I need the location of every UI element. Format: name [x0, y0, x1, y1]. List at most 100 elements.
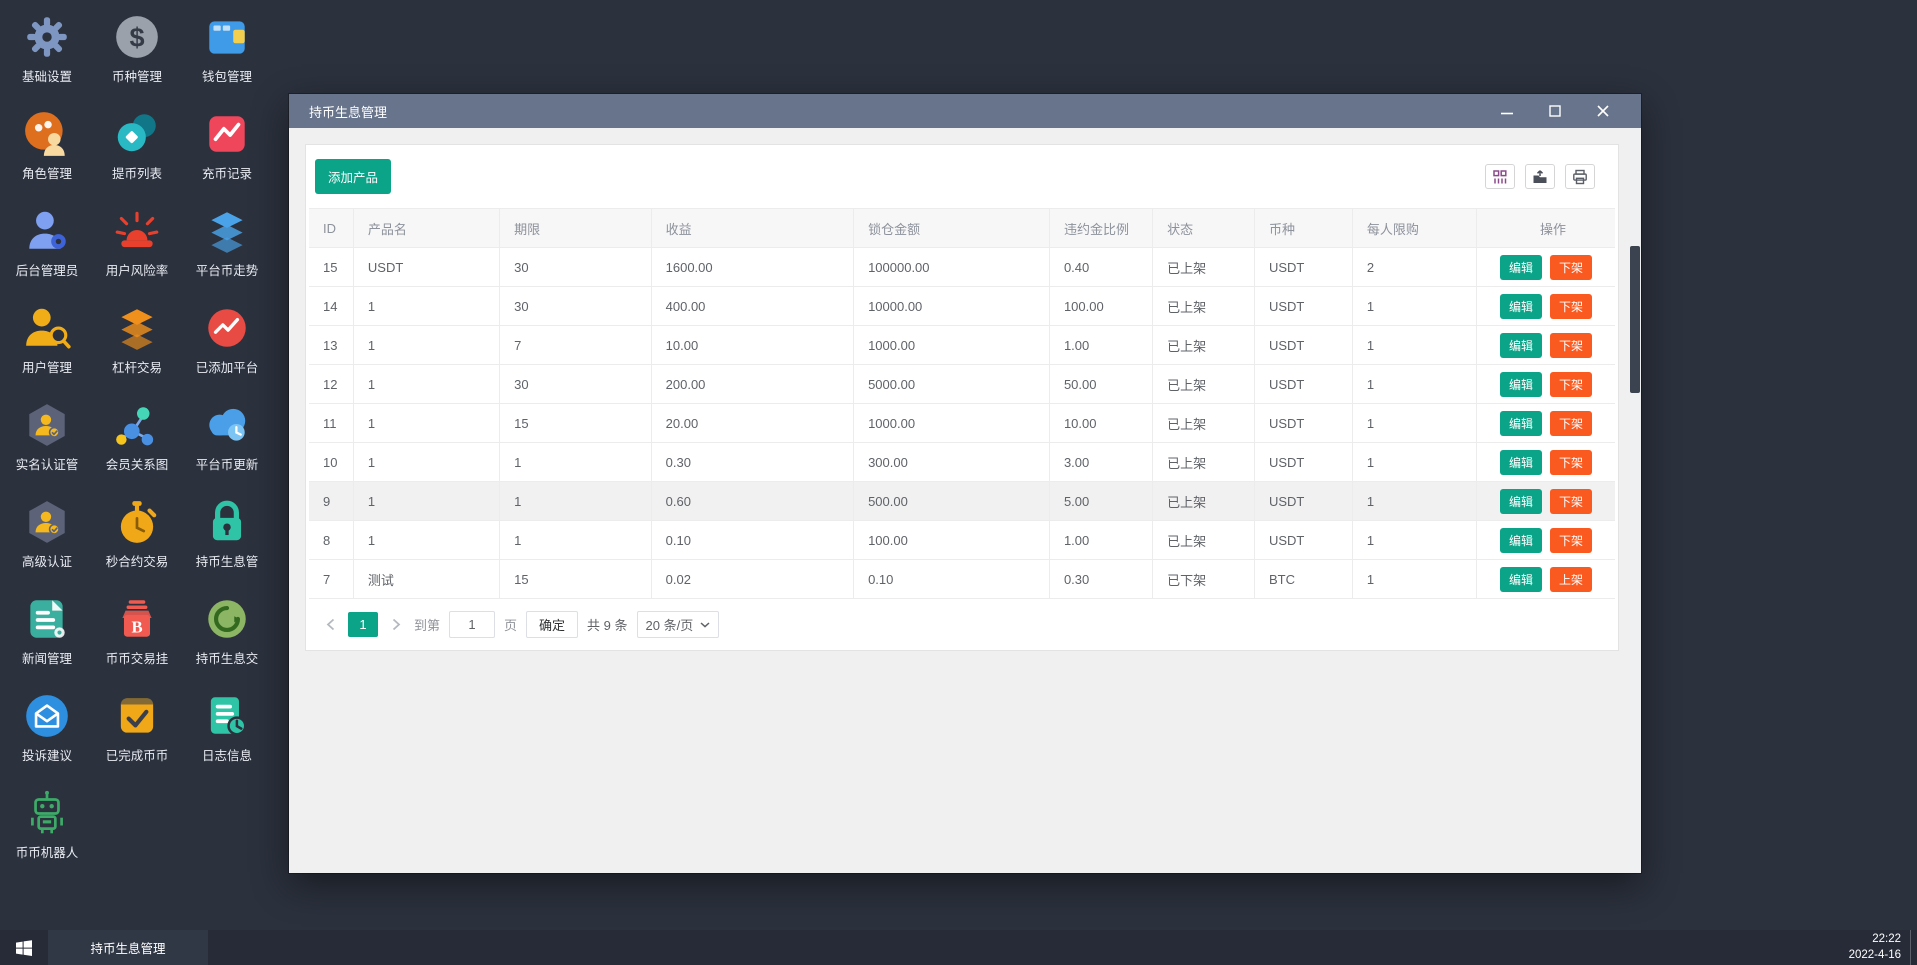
- close-button[interactable]: [1579, 94, 1627, 128]
- toolbar-icon-buttons: [1485, 164, 1595, 189]
- desktop-icon-green-circle[interactable]: 持币生息交: [182, 582, 272, 679]
- desktop-icon-stopwatch[interactable]: 秒合约交易: [92, 485, 182, 582]
- desktop-icon-label: 会员关系图: [106, 454, 169, 473]
- log-doc-icon: [202, 691, 252, 741]
- desktop-icon-label: 已添加平台: [196, 357, 259, 376]
- desktop-icon-trend-layers[interactable]: 平台币走势: [182, 194, 272, 291]
- edit-button[interactable]: 编辑: [1500, 528, 1542, 553]
- desktop-icon-lock[interactable]: 持币生息管: [182, 485, 272, 582]
- add-product-button[interactable]: 添加产品: [315, 159, 391, 194]
- window-scrollbar[interactable]: [1629, 128, 1641, 873]
- maximize-button[interactable]: [1531, 94, 1579, 128]
- cell-penalty-ratio: 0.30: [1049, 560, 1152, 599]
- news-doc-icon: [22, 594, 72, 644]
- cell-penalty-ratio: 5.00: [1049, 482, 1152, 521]
- goto-page-input[interactable]: [449, 611, 495, 638]
- desktop-icon-label: 基础设置: [22, 66, 72, 85]
- off-shelf-button[interactable]: 下架: [1550, 255, 1592, 280]
- next-page-button[interactable]: [387, 612, 405, 638]
- prev-page-button[interactable]: [321, 612, 339, 638]
- stopwatch-icon: [112, 497, 162, 547]
- cell-status: 已上架: [1153, 404, 1255, 443]
- desktop-icon-log-doc[interactable]: 日志信息: [182, 679, 272, 776]
- products-table: ID产品名期限收益锁仓金额违约金比例状态币种每人限购操作 15USDT30160…: [309, 208, 1615, 599]
- desktop-icon-role-user[interactable]: 角色管理: [2, 97, 92, 194]
- desktop-icon-relation-graph[interactable]: 会员关系图: [92, 388, 182, 485]
- desktop-icon-check-square[interactable]: 已完成币币: [92, 679, 182, 776]
- taskbar-item-active[interactable]: 持币生息管理: [48, 930, 208, 965]
- cell-lock-amount: 100000.00: [854, 248, 1050, 287]
- table-row: 10110.30300.003.00已上架USDT1编辑下架: [309, 443, 1615, 482]
- show-desktop-button[interactable]: [1910, 930, 1917, 965]
- off-shelf-button[interactable]: 下架: [1550, 411, 1592, 436]
- desktop-icon-siren[interactable]: 用户风险率: [92, 194, 182, 291]
- edit-button[interactable]: 编辑: [1500, 450, 1542, 475]
- desktop-icon-chart-circle[interactable]: 已添加平台: [182, 291, 272, 388]
- columns-button[interactable]: [1485, 164, 1515, 189]
- desktop-icon-label: 实名认证管: [16, 454, 79, 473]
- desktop-icon-robot[interactable]: 币币机器人: [2, 776, 92, 873]
- desktop-icon-gear[interactable]: 基础设置: [2, 0, 92, 97]
- cell-limit: 1: [1352, 560, 1476, 599]
- cell-coin: USDT: [1254, 482, 1352, 521]
- desktop-icon-coin-dollar[interactable]: $币种管理: [92, 0, 182, 97]
- desktop-icon-advanced-verify[interactable]: 高级认证: [2, 485, 92, 582]
- desktop-icon-label: 平台币更新: [196, 454, 259, 473]
- desktop-icon-deposit-chart[interactable]: 充币记录: [182, 97, 272, 194]
- cell-product-name: 1: [353, 443, 499, 482]
- export-button[interactable]: [1525, 164, 1555, 189]
- scrollbar-thumb[interactable]: [1630, 246, 1640, 393]
- edit-button[interactable]: 编辑: [1500, 255, 1542, 280]
- window-titlebar[interactable]: 持币生息管理: [289, 94, 1641, 128]
- off-shelf-button[interactable]: 下架: [1550, 450, 1592, 475]
- off-shelf-button[interactable]: 下架: [1550, 372, 1592, 397]
- desktop-icon-cloud-refresh[interactable]: 平台币更新: [182, 388, 272, 485]
- start-button[interactable]: [0, 930, 48, 965]
- desktop-icon-label: 币币交易挂: [106, 648, 169, 667]
- desktop-icon-wallet[interactable]: 钱包管理: [182, 0, 272, 97]
- desktop-icon-label: 后台管理员: [16, 260, 79, 279]
- desktop-icon-mail-circle[interactable]: 投诉建议: [2, 679, 92, 776]
- edit-button[interactable]: 编辑: [1500, 294, 1542, 319]
- cell-profit: 0.10: [651, 521, 853, 560]
- desktop-icon-admin-user[interactable]: 后台管理员: [2, 194, 92, 291]
- desktop-icon-user-search[interactable]: 用户管理: [2, 291, 92, 388]
- admin-user-icon: [22, 206, 72, 256]
- edit-button[interactable]: 编辑: [1500, 567, 1542, 592]
- toolbar: 添加产品: [309, 159, 1615, 208]
- cell-penalty-ratio: 10.00: [1049, 404, 1152, 443]
- taskbar-clock[interactable]: 22:22 2022-4-16: [1849, 930, 1910, 965]
- edit-button[interactable]: 编辑: [1500, 489, 1542, 514]
- page-number-active[interactable]: 1: [348, 612, 378, 637]
- edit-button[interactable]: 编辑: [1500, 333, 1542, 358]
- off-shelf-button[interactable]: 下架: [1550, 333, 1592, 358]
- desktop-icon-btc-box[interactable]: B币币交易挂: [92, 582, 182, 679]
- desktop-icon-news-doc[interactable]: 新闻管理: [2, 582, 92, 679]
- off-shelf-button[interactable]: 下架: [1550, 294, 1592, 319]
- cell-term: 1: [500, 482, 651, 521]
- cell-id: 15: [309, 248, 353, 287]
- minimize-button[interactable]: [1483, 94, 1531, 128]
- desktop-icon-label: 角色管理: [22, 163, 72, 182]
- print-button[interactable]: [1565, 164, 1595, 189]
- desktop-icon-leverage-layers[interactable]: 杠杆交易: [92, 291, 182, 388]
- off-shelf-button[interactable]: 下架: [1550, 489, 1592, 514]
- desktop-icon-id-verify[interactable]: 实名认证管: [2, 388, 92, 485]
- edit-button[interactable]: 编辑: [1500, 372, 1542, 397]
- desktop-icon-withdraw-coins[interactable]: 提币列表: [92, 97, 182, 194]
- cell-actions: 编辑下架: [1476, 404, 1615, 443]
- cell-status: 已上架: [1153, 326, 1255, 365]
- column-header: 违约金比例: [1049, 209, 1152, 248]
- edit-button[interactable]: 编辑: [1500, 411, 1542, 436]
- confirm-page-button[interactable]: 确定: [526, 611, 578, 638]
- cell-status: 已上架: [1153, 248, 1255, 287]
- minimize-icon: [1501, 105, 1513, 117]
- on-shelf-button[interactable]: 上架: [1550, 567, 1592, 592]
- desktop-icon-label: 充币记录: [202, 163, 252, 182]
- cell-coin: USDT: [1254, 365, 1352, 404]
- content-panel: 添加产品 ID产品名期限收益锁仓金额违约金比例状态币种每人限购操作 15USDT…: [305, 144, 1619, 651]
- per-page-select[interactable]: 20 条/页: [637, 611, 720, 638]
- total-count-label: 共 9 条: [587, 615, 627, 634]
- per-page-value: 20 条/页: [646, 615, 694, 634]
- off-shelf-button[interactable]: 下架: [1550, 528, 1592, 553]
